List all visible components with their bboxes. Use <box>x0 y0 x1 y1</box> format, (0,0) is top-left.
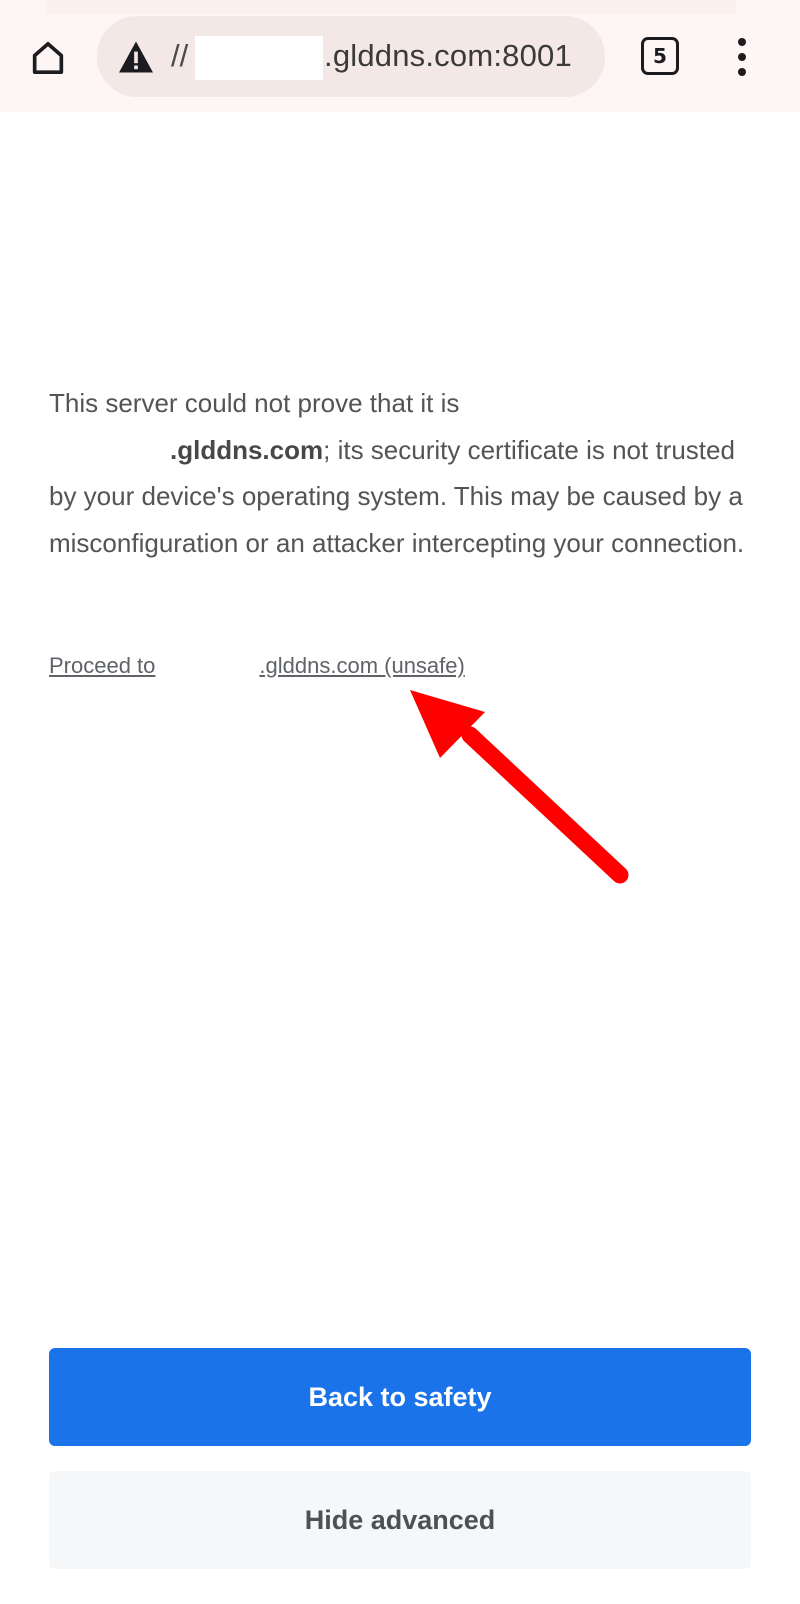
redacted-hostname <box>49 442 170 462</box>
proceed-prefix: Proceed to <box>49 653 156 678</box>
security-warning-message: This server could not prove that it is .… <box>49 380 761 566</box>
home-icon <box>32 42 64 74</box>
url-host-text: .glddns.com:8001 <box>324 38 572 73</box>
url-redacted-subdomain <box>195 36 323 80</box>
toolbar-edge <box>46 0 736 14</box>
back-to-safety-button[interactable]: Back to safety <box>49 1348 751 1446</box>
hide-advanced-button[interactable]: Hide advanced <box>49 1471 751 1569</box>
proceed-unsafe-link[interactable]: Proceed to .glddns.com (unsafe) <box>49 652 465 680</box>
browser-toolbar: // .glddns.com:8001 5 <box>0 0 800 112</box>
home-button[interactable] <box>22 32 74 84</box>
url-scheme-text: // <box>171 38 189 73</box>
address-bar[interactable]: // .glddns.com:8001 <box>97 16 605 97</box>
domain-bold: .glddns.com <box>170 434 324 465</box>
tab-switcher-button[interactable]: 5 <box>641 37 679 75</box>
message-start: This server could not prove that it is <box>49 388 460 418</box>
proceed-suffix: .glddns.com (unsafe) <box>259 653 465 678</box>
tab-count: 5 <box>653 44 667 68</box>
more-vert-icon[interactable] <box>722 32 762 82</box>
warning-triangle-icon[interactable] <box>117 40 155 74</box>
annotation-arrow <box>410 690 629 884</box>
